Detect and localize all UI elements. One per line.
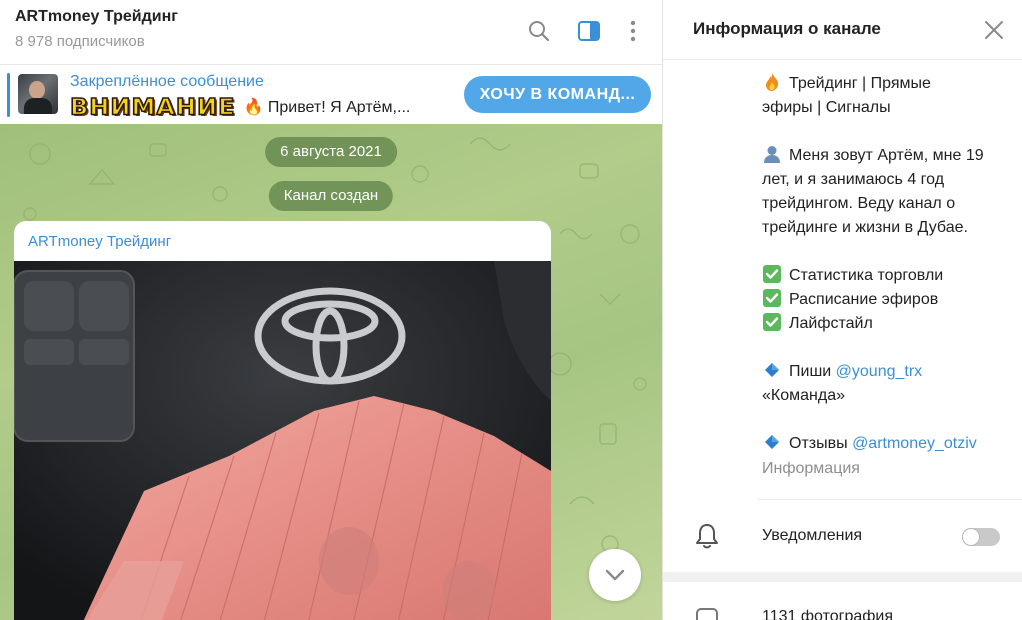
description-line: Статистика торговли	[762, 264, 1012, 288]
chat-feed[interactable]: 6 августа 2021 Канал создан ARTmoney Тре…	[0, 124, 662, 620]
pinned-banner-word: ВНИМАНИЕ	[69, 93, 236, 120]
media-photos-row[interactable]: 1131 фотография	[663, 582, 1022, 620]
blue-diamond-icon	[765, 363, 779, 377]
description-text: эфиры | Сигналы	[762, 99, 891, 116]
notifications-row[interactable]: Уведомления	[663, 510, 1022, 562]
message-bubble[interactable]: ARTmoney Трейдинг	[14, 221, 551, 620]
fire-icon	[766, 73, 779, 91]
about-label: Информация	[762, 460, 860, 477]
description-text: Лайфстайл	[789, 315, 873, 332]
info-title: Информация о канале	[693, 19, 881, 38]
description-line: Меня зовут Артём, мне 19	[762, 144, 1012, 168]
toggle-knob	[963, 529, 979, 545]
pinned-preview: ВНИМАНИЕ 🔥 Привет! Я Артём,...	[69, 93, 411, 120]
description-text: Меня зовут Артём, мне 19	[789, 147, 984, 164]
more-vertical-icon[interactable]	[620, 18, 646, 44]
date-pill: 6 августа 2021	[265, 137, 397, 167]
pinned-indicator	[7, 73, 10, 117]
chevron-down-icon	[605, 569, 625, 581]
sidebar-toggle-icon[interactable]	[576, 18, 602, 44]
person-silhouette-icon	[764, 146, 780, 163]
channel-description: Трейдинг | Прямые эфиры | Сигналы Меня з…	[762, 72, 1012, 456]
description-text: Статистика торговли	[789, 267, 944, 284]
pinned-text: 🔥 Привет! Я Артём,...	[243, 99, 411, 116]
blue-diamond-icon	[765, 435, 779, 449]
chat-title[interactable]: ARTmoney Трейдинг	[15, 8, 178, 26]
chat-header[interactable]: ARTmoney Трейдинг 8 978 подписчиков	[0, 0, 662, 64]
section-separator	[663, 572, 1022, 582]
description-text: Отзывы	[789, 435, 853, 452]
username-link-young-trx[interactable]: @young_trx	[836, 363, 923, 380]
description-line: Расписание эфиров	[762, 288, 1012, 312]
photo-icon	[696, 608, 718, 620]
close-icon[interactable]	[983, 19, 1005, 41]
description-text: «Команда»	[762, 387, 845, 404]
description-text: Расписание эфиров	[789, 291, 939, 308]
pinned-thumbnail	[18, 74, 58, 114]
pinned-message[interactable]: Закреплённое сообщение ВНИМАНИЕ 🔥 Привет…	[0, 64, 662, 124]
divider	[758, 499, 1022, 500]
username-link-artmoney-otziv[interactable]: @artmoney_otziv	[852, 435, 977, 452]
description-text: лет, и я занимаюсь 4 год	[762, 171, 945, 188]
description-line: Отзывы @artmoney_otziv	[762, 432, 1012, 456]
info-header: Информация о канале	[663, 0, 1022, 60]
pinned-cta-button[interactable]: ХОЧУ В КОМАНД...	[464, 76, 651, 113]
chat-column: ARTmoney Трейдинг 8 978 подписчиков Закр…	[0, 0, 662, 620]
service-message-pill: Канал создан	[268, 181, 394, 211]
subscriber-count: 8 978 подписчиков	[15, 33, 145, 50]
description-text: Пиши	[789, 363, 836, 380]
notifications-label: Уведомления	[762, 527, 863, 544]
pinned-title: Закреплённое сообщение	[70, 73, 264, 90]
channel-info-panel: Информация о канале Трейдинг | Прямые эф…	[663, 0, 1022, 620]
notifications-toggle[interactable]	[962, 528, 1000, 546]
check-mark-icon	[763, 289, 781, 307]
check-mark-icon	[763, 313, 781, 331]
description-line: Трейдинг | Прямые	[762, 72, 1012, 96]
description-text: Трейдинг | Прямые	[789, 75, 931, 92]
message-author[interactable]: ARTmoney Трейдинг	[28, 233, 171, 250]
photos-count-label: 1131 фотография	[762, 608, 894, 620]
search-icon[interactable]	[526, 18, 552, 44]
bell-icon	[694, 522, 720, 550]
check-mark-icon	[763, 265, 781, 283]
description-text: трейдинге и жизни в Дубае.	[762, 219, 968, 236]
description-line: Пиши @young_trx	[762, 360, 1012, 384]
description-line: Лайфстайл	[762, 312, 1012, 336]
description-text: трейдингом. Веду канал о	[762, 195, 956, 212]
scroll-down-button[interactable]	[589, 549, 641, 601]
message-photo[interactable]	[14, 261, 551, 620]
